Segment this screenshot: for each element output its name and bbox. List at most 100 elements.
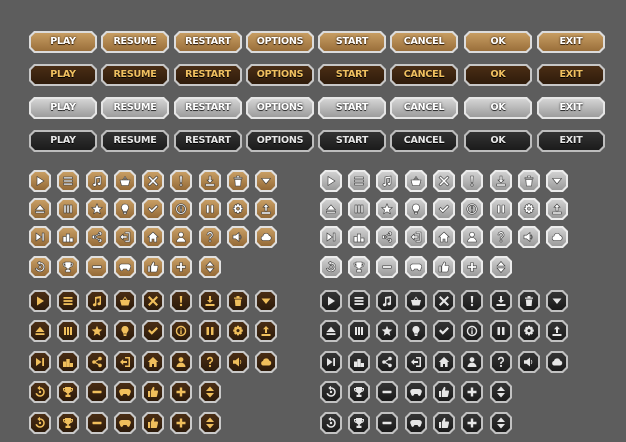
exit-door-button-gold[interactable] (114, 226, 136, 248)
checkmark-button-black[interactable] (433, 320, 455, 342)
trophy-button-black[interactable] (348, 381, 370, 403)
cloud-button-black[interactable] (546, 351, 568, 373)
menu-button-dark-brown[interactable] (57, 290, 79, 312)
home-button-silver[interactable] (433, 226, 455, 248)
pause-bars-button-silver[interactable] (348, 198, 370, 220)
home-button-dark-brown[interactable] (142, 351, 164, 373)
trash-button-silver[interactable] (518, 170, 540, 192)
start-button-dark-brown[interactable]: START (318, 64, 386, 86)
exclamation-button-silver[interactable] (461, 170, 483, 192)
start-button-black[interactable]: START (318, 130, 386, 152)
gamepad-button-silver[interactable] (405, 256, 427, 278)
thumbs-up-button-silver[interactable] (433, 256, 455, 278)
lightbulb-button-black[interactable] (405, 320, 427, 342)
play-button-gold[interactable]: PLAY (29, 31, 97, 53)
upload-button-dark-brown[interactable] (255, 320, 277, 342)
exit-button-black[interactable]: EXIT (537, 130, 605, 152)
trophy-button-dark-brown[interactable] (57, 381, 79, 403)
podium-button-silver[interactable] (348, 226, 370, 248)
eject-button-silver[interactable] (320, 198, 342, 220)
resume-button-dark-brown[interactable]: RESUME (101, 64, 169, 86)
close-button-gold[interactable] (142, 170, 164, 192)
resume-button-black[interactable]: RESUME (101, 130, 169, 152)
pause-bars-button-black[interactable] (348, 320, 370, 342)
restart-button-gold[interactable]: RESTART (174, 31, 242, 53)
home-button-black[interactable] (433, 351, 455, 373)
minus-button-black[interactable] (376, 412, 398, 434)
options-button-silver[interactable]: OPTIONS (246, 97, 314, 119)
next-button-gold[interactable] (29, 226, 51, 248)
home-button-gold[interactable] (142, 226, 164, 248)
exit-door-button-black[interactable] (405, 351, 427, 373)
exit-door-button-dark-brown[interactable] (114, 351, 136, 373)
eject-button-gold[interactable] (29, 198, 51, 220)
pause-bars-button-dark-brown[interactable] (57, 320, 79, 342)
eject-button-dark-brown[interactable] (29, 320, 51, 342)
pause-button-black[interactable] (490, 320, 512, 342)
chevron-down-button-silver[interactable] (546, 170, 568, 192)
resume-button-gold[interactable]: RESUME (101, 31, 169, 53)
play-button-silver[interactable]: PLAY (29, 97, 97, 119)
gamepad-button-dark-brown[interactable] (114, 412, 136, 434)
lightbulb-button-gold[interactable] (114, 198, 136, 220)
close-button-black[interactable] (433, 290, 455, 312)
plus-button-dark-brown[interactable] (170, 412, 192, 434)
plus-button-silver[interactable] (461, 256, 483, 278)
music-button-black[interactable] (376, 290, 398, 312)
share-button-silver[interactable] (376, 226, 398, 248)
thumbs-up-button-gold[interactable] (142, 256, 164, 278)
options-button-gold[interactable]: OPTIONS (246, 31, 314, 53)
trash-button-black[interactable] (518, 290, 540, 312)
ok-button-gold[interactable]: OK (464, 31, 532, 53)
cloud-button-gold[interactable] (255, 226, 277, 248)
music-button-silver[interactable] (376, 170, 398, 192)
gear-button-dark-brown[interactable] (227, 320, 249, 342)
play-button-dark-brown[interactable]: PLAY (29, 64, 97, 86)
music-button-dark-brown[interactable] (86, 290, 108, 312)
upload-button-silver[interactable] (546, 198, 568, 220)
gamepad-button-dark-brown[interactable] (114, 381, 136, 403)
trophy-button-silver[interactable] (348, 256, 370, 278)
info-button-black[interactable] (461, 320, 483, 342)
restart-button-black[interactable] (320, 412, 342, 434)
expand-vertical-button-dark-brown[interactable] (199, 412, 221, 434)
next-button-black[interactable] (320, 351, 342, 373)
close-button-silver[interactable] (433, 170, 455, 192)
user-button-black[interactable] (461, 351, 483, 373)
restart-button-silver[interactable]: RESTART (174, 97, 242, 119)
lightbulb-button-dark-brown[interactable] (114, 320, 136, 342)
user-button-dark-brown[interactable] (170, 351, 192, 373)
ok-button-dark-brown[interactable]: OK (464, 64, 532, 86)
expand-vertical-button-silver[interactable] (490, 256, 512, 278)
pause-button-gold[interactable] (199, 198, 221, 220)
play-button-dark-brown[interactable] (29, 290, 51, 312)
info-button-silver[interactable] (461, 198, 483, 220)
share-button-black[interactable] (376, 351, 398, 373)
menu-button-black[interactable] (348, 290, 370, 312)
start-button-silver[interactable]: START (318, 97, 386, 119)
restart-button-dark-brown[interactable] (29, 412, 51, 434)
ok-button-silver[interactable]: OK (464, 97, 532, 119)
exit-button-gold[interactable]: EXIT (537, 31, 605, 53)
minus-button-black[interactable] (376, 381, 398, 403)
play-button-silver[interactable] (320, 170, 342, 192)
sound-button-dark-brown[interactable] (227, 351, 249, 373)
chevron-down-button-dark-brown[interactable] (255, 290, 277, 312)
cloud-button-silver[interactable] (546, 226, 568, 248)
restart-button-black[interactable]: RESTART (174, 130, 242, 152)
minus-button-dark-brown[interactable] (86, 381, 108, 403)
menu-button-silver[interactable] (348, 170, 370, 192)
thumbs-up-button-black[interactable] (433, 412, 455, 434)
minus-button-silver[interactable] (376, 256, 398, 278)
gamepad-button-black[interactable] (405, 412, 427, 434)
help-button-black[interactable] (490, 351, 512, 373)
help-button-gold[interactable] (199, 226, 221, 248)
cancel-button-silver[interactable]: CANCEL (390, 97, 458, 119)
exit-button-silver[interactable]: EXIT (537, 97, 605, 119)
plus-button-gold[interactable] (170, 256, 192, 278)
star-button-gold[interactable] (86, 198, 108, 220)
restart-button-black[interactable] (320, 381, 342, 403)
share-button-gold[interactable] (86, 226, 108, 248)
checkmark-button-silver[interactable] (433, 198, 455, 220)
minus-button-dark-brown[interactable] (86, 412, 108, 434)
